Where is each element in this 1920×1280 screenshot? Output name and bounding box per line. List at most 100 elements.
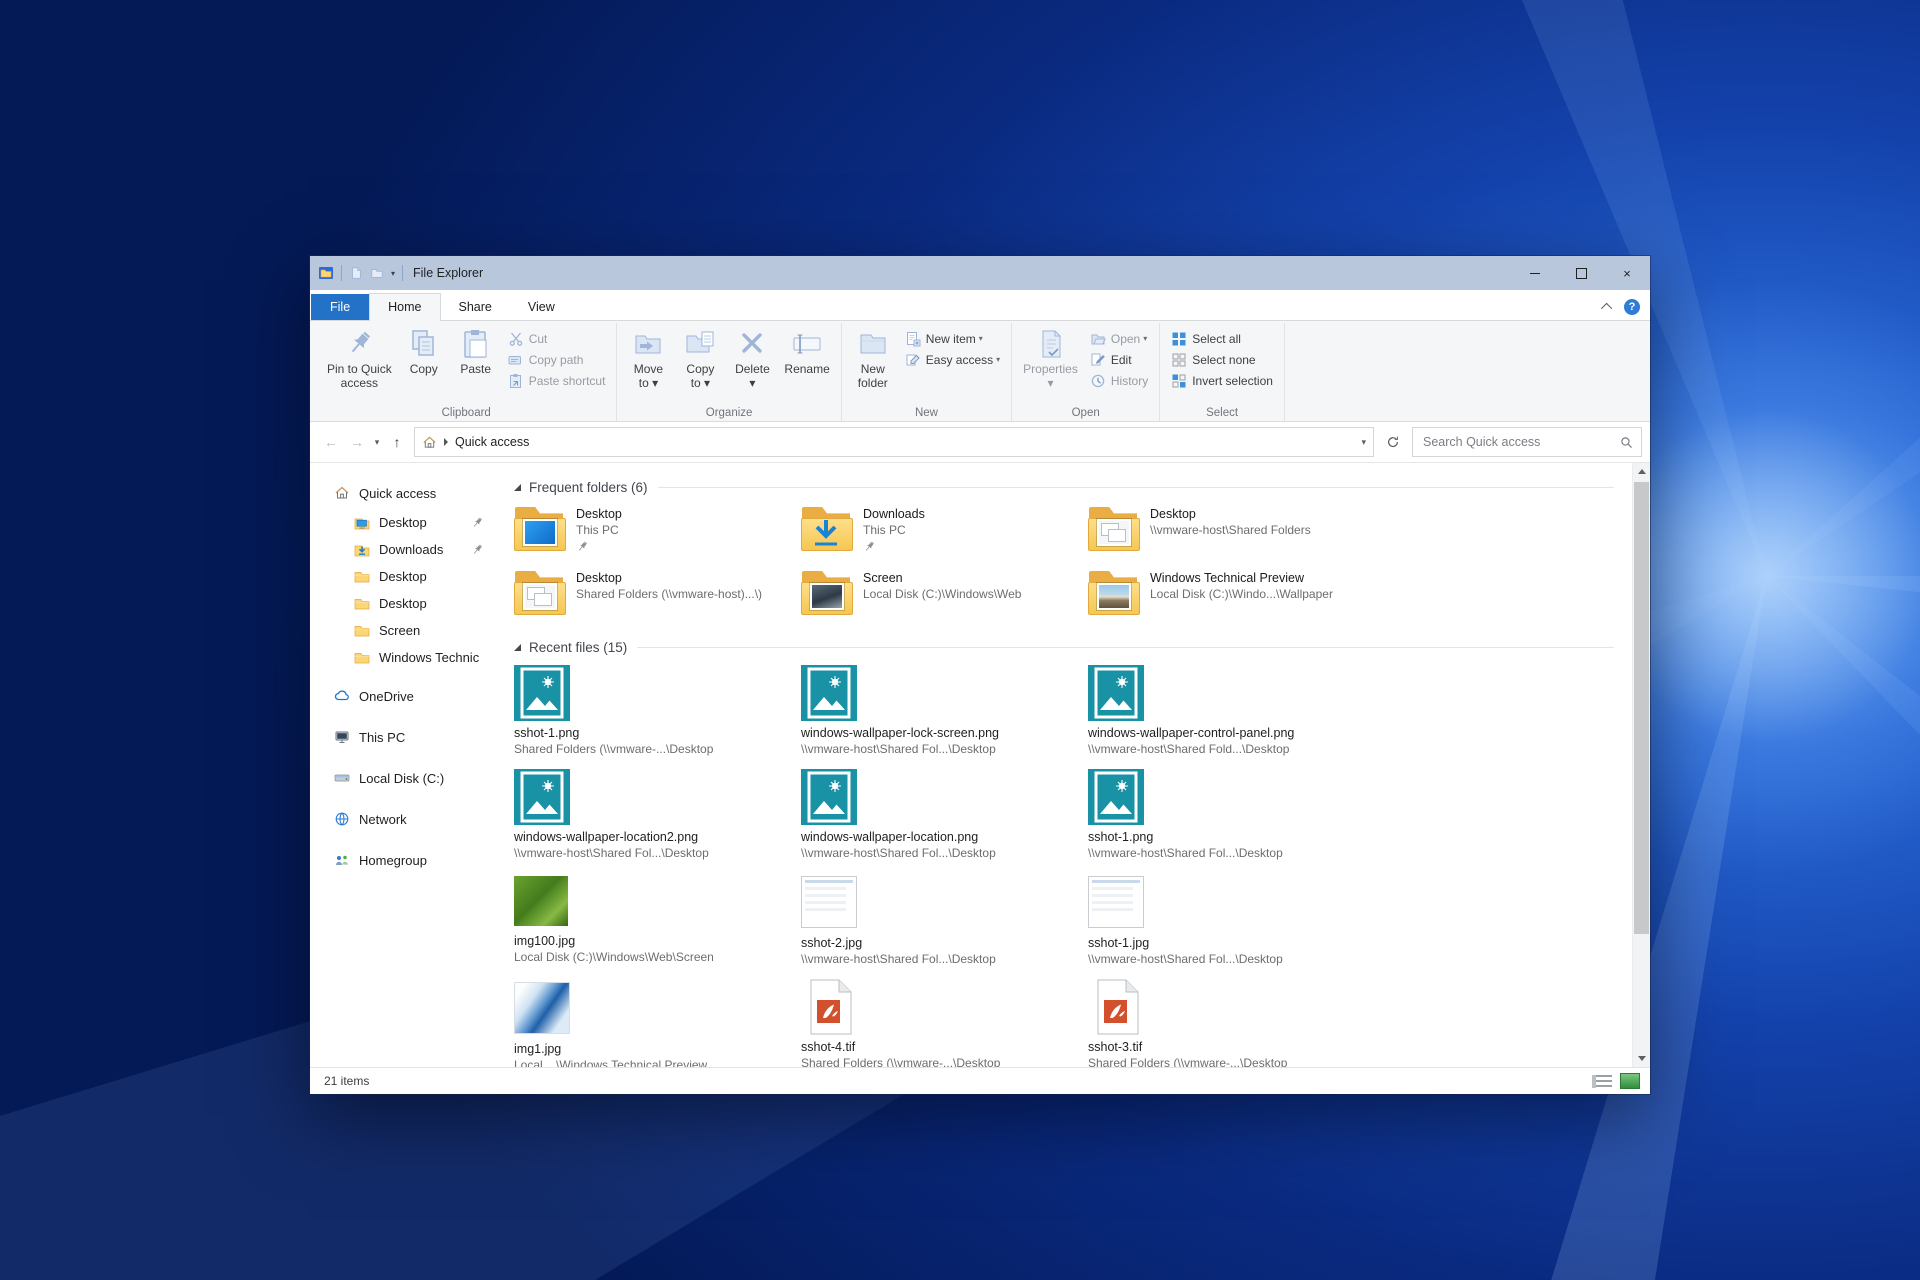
tab-share[interactable]: Share [441,294,510,320]
section-header-frequent-folders-6[interactable]: Frequent folders (6) [514,475,1632,499]
easy-access-button[interactable]: Easy access ▾ [901,349,1004,370]
file-tile[interactable]: windows-wallpaper-lock-screen.png \\vmwar… [801,665,1088,756]
collapse-triangle-icon[interactable] [514,643,521,651]
copy-button[interactable]: Copy [398,325,450,377]
folder-tile[interactable]: Windows Technical Preview Local Disk (C:)… [1088,569,1375,621]
sidebar-item-desktop[interactable]: Desktop [310,563,500,590]
sidebar-item-local-disk-c[interactable]: Local Disk (C:) [310,762,500,794]
file-tile[interactable]: windows-wallpaper-location2.png \\vmware-… [514,769,801,860]
sidebar-item-homegroup[interactable]: Homegroup [310,844,500,876]
file-tile[interactable]: img1.jpg Local ...\Windows Technical Prev… [514,979,801,1067]
button-label: access [340,375,379,390]
new-item-button[interactable]: New item ▾ [901,328,1004,349]
explorer-logo-icon [318,265,334,281]
sidebar-item-desktop[interactable]: Desktop [310,590,500,617]
sidebar-item-screen[interactable]: Screen [310,617,500,644]
help-icon[interactable]: ? [1624,299,1640,315]
home-icon [422,435,437,450]
scroll-up-icon[interactable] [1633,463,1650,480]
sidebar-item-desktop[interactable]: Desktop [310,509,500,536]
file-name: sshot-1.png [1088,830,1154,844]
sidebar-item-onedrive[interactable]: OneDrive [310,680,500,712]
pin-to-quick-access-button[interactable]: Pin to Quick access [321,325,398,390]
folder-tile[interactable]: Desktop Shared Folders (\\vmware-host)...… [514,569,801,621]
sidebar-item-windows-technic[interactable]: Windows Technic [310,644,500,671]
file-tile[interactable]: sshot-3.tif Shared Folders (\\vmware-...\… [1088,979,1375,1067]
scrollbar-thumb[interactable] [1634,482,1649,934]
tab-file[interactable]: File [311,294,370,320]
properties-button[interactable]: Properties ▾ [1017,325,1084,390]
button-label: Pin to Quick [327,362,392,376]
file-tile[interactable]: sshot-1.jpg \\vmware-host\Shared Fol...\D… [1088,873,1375,966]
delete-button[interactable]: Delete ▾ [726,325,778,390]
qat-new-folder-icon[interactable] [370,266,384,280]
sidebar-item-downloads[interactable]: Downloads [310,536,500,563]
ribbon-group-open: Properties ▾ Open ▾ Edit History Open [1012,323,1161,421]
back-button[interactable]: ← [318,429,344,455]
folder-tile[interactable]: Desktop This PC [514,505,801,557]
folder-tile[interactable]: Desktop \\vmware-host\Shared Folders [1088,505,1375,557]
sidebar-item-network[interactable]: Network [310,803,500,835]
file-tile[interactable]: windows-wallpaper-control-panel.png \\vmw… [1088,665,1375,756]
new-folder-button[interactable]: New folder [847,325,899,390]
minimize-button[interactable] [1512,256,1558,290]
title-bar[interactable]: ▾ File Explorer × [310,256,1650,290]
cut-button[interactable]: Cut [504,328,610,349]
move-to-button[interactable]: Move to ▾ [622,325,674,390]
button-label: to ▾ [638,375,659,390]
up-button[interactable]: ↑ [384,429,410,455]
search-input[interactable] [1421,434,1620,450]
file-tile[interactable]: windows-wallpaper-location.png \\vmware-h… [801,769,1088,860]
select-none-button[interactable]: Select none [1167,349,1277,370]
recent-locations-button[interactable]: ▾ [370,429,384,455]
file-name: sshot-3.tif [1088,1040,1143,1054]
copy-path-button[interactable]: Copy path [504,349,610,370]
refresh-button[interactable] [1380,429,1406,455]
breadcrumb-quick-access[interactable]: Quick access [455,435,529,449]
folder-path: This PC [863,523,906,537]
screenshot-thumbnail [801,876,857,928]
file-tile[interactable]: sshot-4.tif Shared Folders (\\vmware-...\… [801,979,1088,1067]
open-button[interactable]: Open ▾ [1086,328,1152,349]
folder-tile[interactable]: Downloads This PC [801,505,1088,557]
history-button[interactable]: History [1086,370,1152,391]
close-button[interactable]: × [1604,256,1650,290]
tab-home[interactable]: Home [369,293,441,321]
invert-selection-button[interactable]: Invert selection [1167,370,1277,391]
folder-tile[interactable]: Screen Local Disk (C:)\Windows\Web [801,569,1088,621]
vertical-scrollbar[interactable] [1632,463,1650,1067]
file-tile[interactable]: sshot-1.png Shared Folders (\\vmware-...\… [514,665,801,756]
file-tile[interactable]: sshot-2.jpg \\vmware-host\Shared Fol...\D… [801,873,1088,966]
paste-shortcut-button[interactable]: Paste shortcut [504,370,610,391]
file-tile[interactable]: sshot-1.png \\vmware-host\Shared Fol...\D… [1088,769,1375,860]
file-tile[interactable]: img100.jpg Local Disk (C:)\Windows\Web\Sc… [514,873,801,966]
maximize-button[interactable] [1558,256,1604,290]
pin-icon [343,328,375,360]
address-dropdown-icon[interactable]: ▾ [1361,437,1366,448]
qat-properties-icon[interactable] [349,266,363,280]
copy-to-button[interactable]: Copy to ▾ [674,325,726,390]
tab-view[interactable]: View [510,294,573,320]
file-name: windows-wallpaper-location.png [801,830,979,844]
forward-button[interactable]: → [344,429,370,455]
section-header-recent-files-15[interactable]: Recent files (15) [514,635,1632,659]
rename-button[interactable]: Rename [778,325,835,377]
address-bar[interactable]: Quick access ▾ [414,427,1374,457]
paste-button[interactable]: Paste [450,325,502,377]
sidebar-item-this-pc[interactable]: This PC [310,721,500,753]
button-label: Invert selection [1192,373,1273,388]
details-view-icon[interactable] [1592,1074,1612,1088]
search-box[interactable] [1412,427,1642,457]
scroll-down-icon[interactable] [1633,1050,1650,1067]
collapse-triangle-icon[interactable] [514,483,521,491]
sidebar-item-quick-access[interactable]: Quick access [310,477,500,509]
collapse-ribbon-icon[interactable] [1600,302,1613,315]
edit-button[interactable]: Edit [1086,349,1152,370]
large-icons-view-icon[interactable] [1620,1073,1640,1089]
copy-icon [408,328,440,360]
network-icon [334,811,350,827]
qat-customize-caret-icon[interactable]: ▾ [391,269,395,278]
screenshot-thumbnail [1088,876,1144,928]
select-all-button[interactable]: Select all [1167,328,1277,349]
button-label: Easy access [925,352,994,367]
